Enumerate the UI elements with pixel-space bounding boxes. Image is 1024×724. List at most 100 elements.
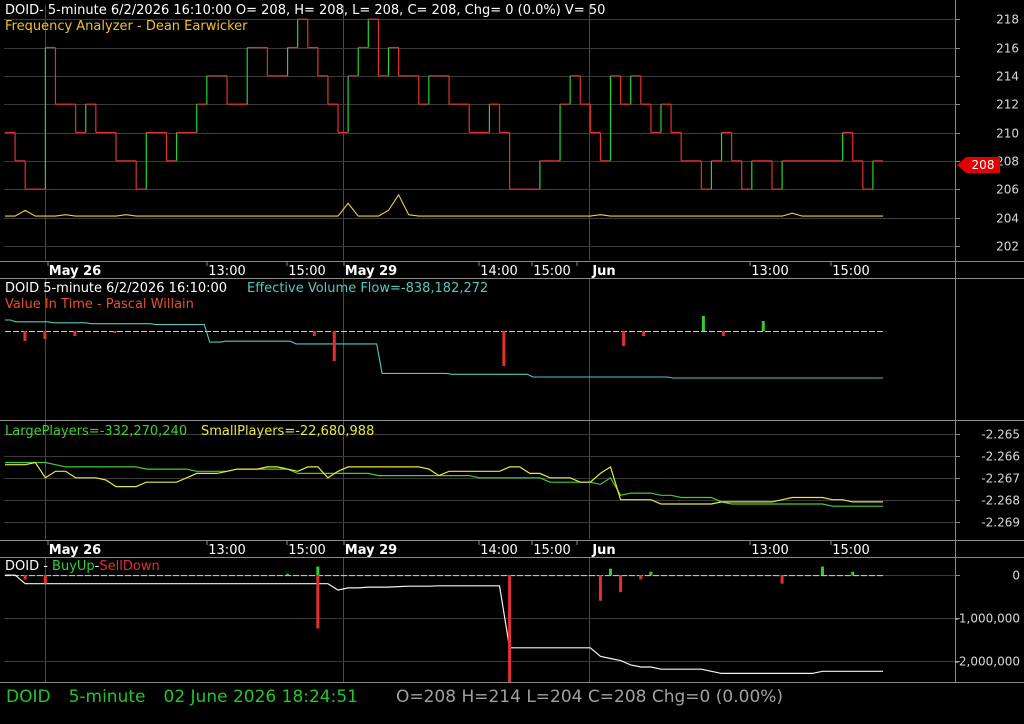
evf-value-label: Effective Volume Flow=-838,182,272	[247, 281, 488, 296]
buyup-selldown-panel[interactable]: 0 -1,000,000 -2,000,000 DOID - BuyUp-SellD…	[4, 559, 1020, 682]
price-tag: 208	[957, 157, 1000, 173]
time-tick-label: 14:00	[480, 543, 517, 558]
price-panel[interactable]: 202 204 206208 210 212 214 216 218 DOID- 5-minu…	[4, 3, 1019, 254]
time-axis-top: May 26 13:00 15:00 May 29 14:00 15:00 Jun 13:00…	[47, 261, 870, 279]
value-in-time-bar	[23, 331, 27, 341]
large-players-label: LargePlayers=-332,270,240	[5, 424, 187, 439]
players-panel[interactable]: -2.265 -2.266 -2.267 -2.268 -2.269 LargePlay…	[4, 424, 1020, 530]
buyup-bar	[649, 571, 653, 576]
players-tick-label: -2.267	[981, 472, 1020, 486]
time-tick-label: 14:00	[480, 264, 517, 279]
frequency-analyzer-label: Frequency Analyzer - Dean Earwicker	[5, 19, 248, 34]
players-grid	[4, 434, 955, 523]
value-in-time-bar	[113, 331, 117, 333]
status-interval: 5-minute	[68, 687, 146, 707]
buyup-bar	[316, 566, 320, 576]
price-tick-label: 204	[996, 212, 1019, 226]
selldown-bar	[316, 575, 320, 629]
time-tick-label: 15:00	[832, 543, 869, 558]
buyup-bar	[851, 571, 855, 576]
price-tick-label: 214	[996, 70, 1019, 84]
price-tick-label: 210	[996, 127, 1019, 141]
time-tick-label: Jun	[591, 543, 615, 558]
time-tick-label: May 29	[345, 264, 397, 279]
value-in-time-label: Value In Time - Pascal Willain	[5, 297, 194, 312]
evf-line	[5, 319, 883, 379]
status-ohlc: O=208 H=214 L=204 C=208 Chg=0 (0.00%)	[395, 687, 784, 707]
buyup-tick-label: -2,000,000	[955, 655, 1020, 669]
buyup-tick-label: -1,000,000	[955, 612, 1020, 626]
buyup-series	[5, 566, 883, 682]
selldown-bar	[598, 575, 602, 601]
players-tick-label: -2.268	[981, 494, 1020, 508]
time-axis-bottom: May 26 13:00 15:00 May 29 14:00 15:00 Jun 13:00…	[47, 540, 870, 558]
price-y-axis: 202 204 206208 210 212 214 216 218	[955, 13, 1019, 254]
buyup-bar	[286, 573, 290, 576]
selldown-bar	[23, 575, 27, 580]
time-tick-label: May 26	[49, 264, 101, 279]
evf-header-text: DOID 5-minute 6/2/2026 16:10:00	[5, 281, 227, 296]
buyup-selldown-label: DOID - BuyUp-SellDown	[5, 559, 160, 574]
buyup-y-axis: 0 -1,000,000 -2,000,000	[955, 569, 1020, 669]
value-in-time-bar	[73, 331, 77, 336]
value-in-time-bar	[721, 331, 725, 336]
selldown-bar	[43, 575, 47, 584]
buyup-grid	[4, 575, 955, 662]
time-tick-label: 15:00	[533, 543, 570, 558]
price-tick-label: 216	[996, 42, 1019, 56]
time-tick-label: 15:00	[832, 264, 869, 279]
time-tick-label: 15:00	[288, 543, 325, 558]
small-players-line	[5, 461, 883, 505]
time-tick-label: May 29	[345, 543, 397, 558]
selldown-bar	[508, 575, 512, 682]
value-in-time-bar	[701, 316, 705, 331]
selldown-bar	[639, 575, 643, 580]
status-symbol: DOID	[6, 687, 51, 707]
selldown-bar	[780, 575, 784, 584]
time-tick-label: 15:00	[533, 264, 570, 279]
buyup-bar	[609, 568, 613, 576]
price-tick-label: 202	[996, 240, 1019, 254]
value-in-time-bar	[312, 331, 316, 336]
time-tick-label: 13:00	[751, 264, 788, 279]
players-series	[5, 461, 883, 507]
players-tick-label: -2.266	[981, 450, 1020, 464]
time-tick-label: Jun	[591, 264, 615, 279]
small-players-label: SmallPlayers=-22,680,988	[201, 424, 374, 439]
status-datetime: 02 June 2026 18:24:51	[163, 687, 358, 707]
chart-window: 202 204 206 208 210 212 214 216 218 DOID- 5-minu…	[0, 0, 1024, 720]
players-y-axis: -2.265 -2.266 -2.267 -2.268 -2.269	[955, 428, 1020, 530]
price-tick-label: 206	[996, 183, 1019, 197]
players-tick-label: -2.265	[981, 428, 1020, 442]
large-players-line	[5, 461, 883, 507]
cumulative-flow-line	[5, 574, 883, 674]
value-in-time-bar	[43, 331, 47, 339]
value-in-time-bar	[642, 331, 646, 336]
time-tick-label: 13:00	[208, 543, 245, 558]
frequency-analyzer-line	[5, 193, 883, 217]
time-tick-label: 13:00	[751, 543, 788, 558]
chart-canvas[interactable]: 202 204 206208 210 212 214 216 218 DOID- 5-minu…	[0, 0, 1024, 720]
value-in-time-bar	[761, 321, 765, 331]
status-bar: DOID 5-minute 02 June 2026 18:24:51 O=208 H…	[6, 684, 801, 710]
evf-series	[5, 316, 883, 379]
buyup-prefix: DOID -	[5, 559, 52, 574]
selldown-bar	[619, 575, 623, 593]
selldown-word: SellDown	[99, 559, 159, 574]
time-tick-label: 13:00	[208, 264, 245, 279]
buyup-word: BuyUp	[52, 559, 95, 574]
price-tick-label: 212	[996, 98, 1019, 112]
effective-volume-panel[interactable]: DOID 5-minute 6/2/2026 16:10:00 Effectiv…	[5, 281, 883, 379]
value-in-time-bar	[622, 331, 626, 346]
buyup-tick-label: 0	[1012, 569, 1020, 583]
players-tick-label: -2.269	[981, 516, 1020, 530]
time-tick-label: May 26	[49, 543, 101, 558]
buyup-bar	[820, 566, 824, 576]
price-header-text: DOID- 5-minute 6/2/2026 16:10:00 O= 208,…	[5, 3, 605, 18]
price-tick-label: 218	[996, 13, 1019, 27]
chart-frame	[0, 0, 1024, 683]
price-tag-value: 208	[972, 158, 995, 172]
value-in-time-bar	[502, 331, 506, 366]
time-tick-label: 15:00	[288, 264, 325, 279]
value-in-time-bar	[332, 331, 336, 361]
